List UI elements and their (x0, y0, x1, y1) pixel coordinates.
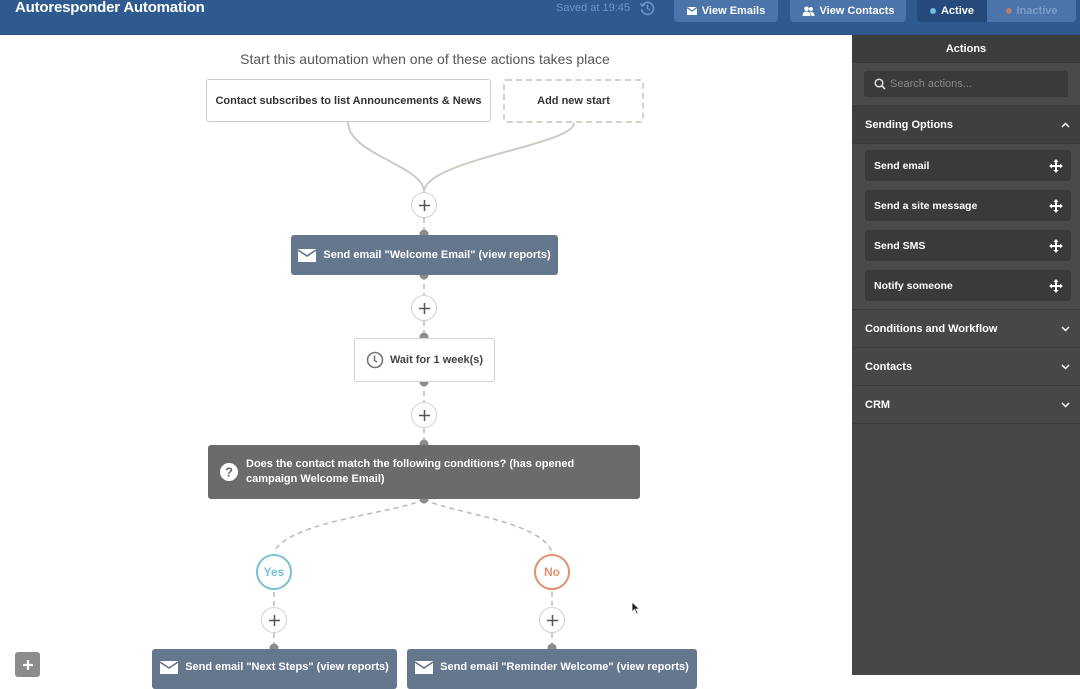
mouse-cursor-icon (631, 601, 641, 615)
connector-add-start (423, 122, 575, 193)
active-dot-icon (929, 8, 936, 14)
envelope-icon (298, 248, 317, 262)
add-step-button[interactable] (411, 295, 437, 321)
status-toggle: Active Inactive (917, 0, 1076, 22)
action-send-site-message[interactable]: Send a site message (865, 190, 1071, 221)
send-email-node[interactable]: Send email "Next Steps" (view reports) (152, 649, 397, 689)
view-emails-button[interactable]: View Emails (674, 0, 778, 22)
page-title: Autoresponder Automation (15, 0, 205, 16)
move-icon[interactable] (1049, 198, 1063, 213)
start-title: Start this automation when one of these … (240, 51, 610, 67)
search-box[interactable] (864, 71, 1068, 97)
section-label: Conditions and Workflow (865, 322, 998, 335)
add-step-button[interactable] (411, 402, 437, 428)
sidebar-title: Actions (852, 35, 1080, 63)
add-step-button-yes[interactable] (261, 607, 287, 633)
zoom-in-button[interactable] (15, 652, 40, 677)
section-label: CRM (865, 398, 891, 411)
send-email-label: Send email "Reminder Welcome" (view repo… (440, 661, 689, 673)
section-crm[interactable]: CRM (852, 386, 1080, 424)
move-icon[interactable] (1049, 158, 1063, 173)
plus-icon (268, 614, 280, 626)
action-label: Notify someone (874, 279, 953, 292)
chevron-down-icon (1061, 401, 1070, 408)
top-bar: Autoresponder Automation Saved at 19:45 … (0, 0, 1080, 35)
add-new-start-button[interactable]: Add new start (503, 79, 644, 123)
connector-no (423, 498, 553, 553)
condition-node[interactable]: ? Does the contact match the following c… (208, 445, 640, 499)
sending-options-list: Send email Send a site message Send SMS … (852, 144, 1080, 310)
status-active-option[interactable]: Active (917, 0, 987, 22)
send-email-node[interactable]: Send email "Welcome Email" (view reports… (291, 235, 558, 275)
inactive-dot-icon (1005, 8, 1012, 14)
section-contacts[interactable]: Contacts (852, 348, 1080, 386)
move-icon[interactable] (1049, 238, 1063, 253)
search-actions-input[interactable] (890, 78, 1060, 90)
view-emails-label: View Emails (701, 5, 766, 17)
action-notify-someone[interactable]: Notify someone (865, 270, 1071, 301)
history-icon[interactable] (639, 0, 655, 16)
action-label: Send email (874, 159, 930, 172)
envelope-icon (160, 661, 179, 674)
search-wrapper (852, 63, 1080, 106)
chevron-down-icon (1061, 363, 1070, 370)
branch-yes[interactable]: Yes (256, 554, 292, 590)
saved-status: Saved at 19:45 (556, 2, 631, 14)
move-icon[interactable] (1049, 278, 1063, 293)
wait-label: Wait for 1 week(s) (389, 354, 484, 366)
trigger-node[interactable]: Contact subscribes to list Announcements… (206, 79, 491, 122)
branch-no[interactable]: No (534, 554, 570, 590)
send-email-label: Send email "Welcome Email" (view reports… (323, 249, 551, 261)
section-label: Sending Options (865, 118, 953, 131)
section-sending-options[interactable]: Sending Options (852, 106, 1080, 144)
chevron-down-icon (1061, 325, 1070, 332)
plus-icon (418, 302, 430, 314)
plus-icon (418, 409, 430, 421)
action-send-sms[interactable]: Send SMS (865, 230, 1071, 261)
wait-node[interactable]: Wait for 1 week(s) (354, 338, 495, 382)
view-contacts-button[interactable]: View Contacts (790, 0, 906, 22)
search-icon (874, 78, 886, 90)
action-send-email[interactable]: Send email (865, 150, 1071, 181)
add-step-button[interactable] (411, 192, 437, 218)
envelope-icon (415, 661, 434, 674)
status-inactive-option[interactable]: Inactive (987, 0, 1076, 22)
add-step-button-no[interactable] (539, 607, 565, 633)
actions-sidebar: Actions Sending Options Send email Send … (852, 35, 1080, 675)
view-contacts-label: View Contacts (819, 5, 895, 17)
condition-label: Does the contact match the following con… (246, 458, 575, 485)
action-label: Send a site message (874, 199, 978, 212)
inactive-label: Inactive (1016, 5, 1058, 17)
section-conditions-workflow[interactable]: Conditions and Workflow (852, 310, 1080, 348)
send-email-node[interactable]: Send email "Reminder Welcome" (view repo… (407, 649, 697, 689)
send-email-label: Send email "Next Steps" (view reports) (185, 661, 389, 673)
active-label: Active (940, 5, 975, 17)
plus-icon (22, 659, 33, 670)
plus-icon (546, 614, 558, 626)
users-icon (802, 6, 814, 16)
connector-yes (273, 498, 425, 553)
question-icon: ? (220, 463, 238, 481)
envelope-icon (686, 7, 697, 15)
connector-trigger-1 (347, 121, 425, 193)
action-label: Send SMS (874, 239, 926, 252)
section-label: Contacts (865, 360, 913, 373)
svg-text:?: ? (225, 465, 233, 480)
chevron-up-icon (1061, 121, 1070, 128)
clock-icon (366, 351, 384, 369)
automation-canvas[interactable]: Start this automation when one of these … (0, 35, 852, 689)
plus-icon (418, 199, 430, 211)
